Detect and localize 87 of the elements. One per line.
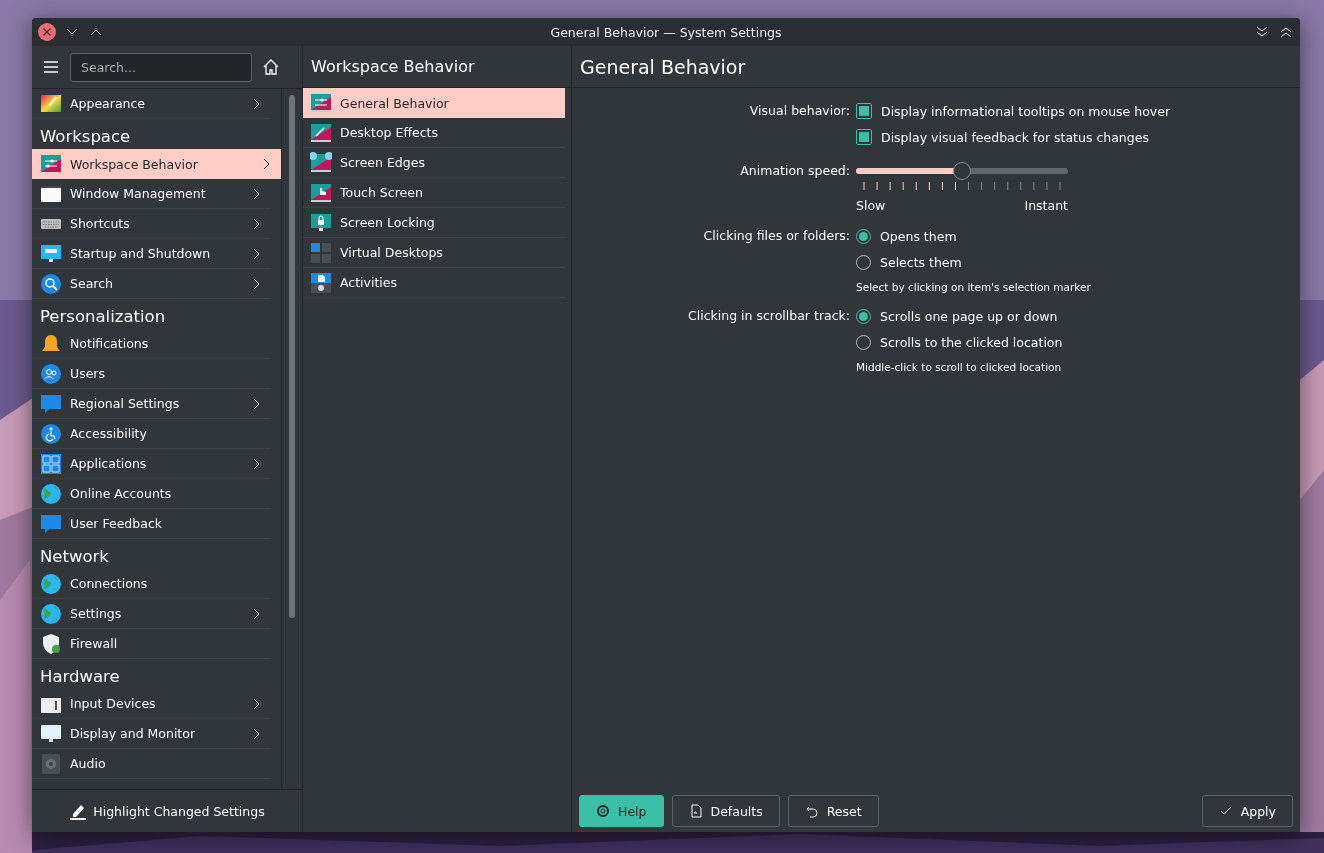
hint-text: Middle-click to scroll to clicked location xyxy=(856,361,1063,373)
apply-button[interactable]: Apply xyxy=(1201,795,1293,827)
grid-icon xyxy=(310,241,332,264)
category-heading: Workspace xyxy=(39,126,132,148)
radio-label: Scrolls one page up or down xyxy=(880,308,1058,324)
screen-icon xyxy=(310,121,332,144)
speech-bubble-icon xyxy=(40,512,62,535)
sidebar-item[interactable]: Startup and Shutdown xyxy=(32,239,271,269)
shield-icon xyxy=(40,632,62,655)
radio-label: Selects them xyxy=(880,254,962,270)
subcategory-item[interactable]: Virtual Desktops xyxy=(303,238,565,268)
subcategory-item[interactable]: General Behavior xyxy=(303,88,565,118)
category-heading: Personalization xyxy=(39,306,167,328)
action-button[interactable]: Help xyxy=(579,795,664,827)
subcategory-item[interactable]: Touch Screen xyxy=(303,178,565,208)
checkbox-label: Display informational tooltips on mouse hover xyxy=(881,103,1171,119)
radio-label: Scrolls to the clicked location xyxy=(880,334,1063,350)
palette-icon xyxy=(40,92,62,115)
hand-icon xyxy=(310,181,332,204)
document-icon xyxy=(688,804,703,818)
sliders-icon xyxy=(40,153,62,175)
highlight-changed-button[interactable]: Highlight Changed Settings xyxy=(63,798,271,824)
accessibility-icon xyxy=(40,422,62,445)
sidebar-item[interactable]: Search xyxy=(32,269,271,299)
sidebar-item[interactable]: Accessibility xyxy=(32,419,271,449)
lifebuoy-icon xyxy=(596,804,610,818)
action-button[interactable]: Reset xyxy=(787,795,879,827)
globe-icon xyxy=(40,602,62,625)
globe-icon xyxy=(40,482,62,505)
speech-bubble-icon xyxy=(40,392,62,415)
pen-icon xyxy=(69,802,88,820)
sidebar-item[interactable]: Connections xyxy=(32,569,271,599)
scrollbar[interactable] xyxy=(289,95,295,618)
slider-track[interactable] xyxy=(856,168,1068,174)
sidebar-item[interactable]: Display and Monitor xyxy=(32,719,271,749)
speaker-icon xyxy=(40,752,62,775)
subcategory-item[interactable]: Activities xyxy=(303,268,565,298)
sidebar-item[interactable]: Settings xyxy=(32,599,271,629)
panel-title: Workspace Behavior xyxy=(311,57,475,76)
users-icon xyxy=(40,362,62,385)
search-field[interactable]: Search... xyxy=(70,52,252,82)
subcategory-item[interactable]: Screen Edges xyxy=(303,148,565,178)
subcategory-item[interactable]: Desktop Effects xyxy=(303,118,565,148)
window-title: General Behavior — System Settings xyxy=(550,24,782,40)
sidebar-item[interactable]: Appearance xyxy=(32,89,271,119)
sidebar-item[interactable]: Window Management xyxy=(32,179,271,209)
monitor-icon xyxy=(40,242,62,265)
checkbox-box[interactable] xyxy=(856,103,872,119)
sidebar-item[interactable]: Users xyxy=(32,359,271,389)
sidebar-item[interactable]: Shortcuts xyxy=(32,209,271,239)
category-heading: Hardware xyxy=(39,666,121,688)
lock-icon xyxy=(310,211,332,234)
field-label: Animation speed: xyxy=(739,162,851,180)
sidebar-item[interactable]: Online Accounts xyxy=(32,479,271,509)
field-label: Visual behavior: xyxy=(748,102,851,120)
sidebar-item[interactable]: Input Devices xyxy=(32,689,271,719)
sidebar-item[interactable]: Regional Settings xyxy=(32,389,271,419)
sidebar-item[interactable]: Firewall xyxy=(32,629,271,659)
checkbox[interactable]: Display visual feedback for status changes xyxy=(856,126,1300,148)
monitor-icon xyxy=(40,722,62,745)
field-label: Clicking in scrollbar track: xyxy=(686,307,851,325)
slider-min-label: Slow xyxy=(856,198,886,213)
undo-icon xyxy=(804,804,819,818)
globe-icon xyxy=(40,572,62,595)
sliders-icon xyxy=(310,92,332,114)
sidebar-item[interactable]: Workspace Behavior xyxy=(32,149,281,179)
document-icon xyxy=(310,271,332,294)
search-icon xyxy=(40,272,62,295)
checkbox-box[interactable] xyxy=(856,129,872,145)
radio-label: Opens them xyxy=(880,228,957,244)
subcategory-item[interactable]: Screen Locking xyxy=(303,208,565,238)
category-heading: Network xyxy=(39,546,110,568)
checkbox-label: Display visual feedback for status changes xyxy=(881,129,1149,145)
slider-handle[interactable] xyxy=(953,162,971,180)
sidebar-item[interactable]: Audio xyxy=(32,749,271,779)
grid-icon xyxy=(40,452,62,475)
sidebar-item[interactable]: Applications xyxy=(32,449,271,479)
sidebar-item[interactable]: Notifications xyxy=(32,329,271,359)
action-button[interactable]: Defaults xyxy=(671,795,780,827)
slider-max-label: Instant xyxy=(1024,198,1068,213)
screen-icon xyxy=(310,151,332,174)
hint-text: Select by clicking on item's selection marker xyxy=(856,281,1092,293)
field-label: Clicking files or folders: xyxy=(702,227,851,245)
close-icon[interactable] xyxy=(38,23,56,41)
sidebar-item[interactable]: User Feedback xyxy=(32,509,271,539)
checkbox[interactable]: Display informational tooltips on mouse hover xyxy=(856,100,1300,122)
page-title: General Behavior xyxy=(580,55,746,78)
